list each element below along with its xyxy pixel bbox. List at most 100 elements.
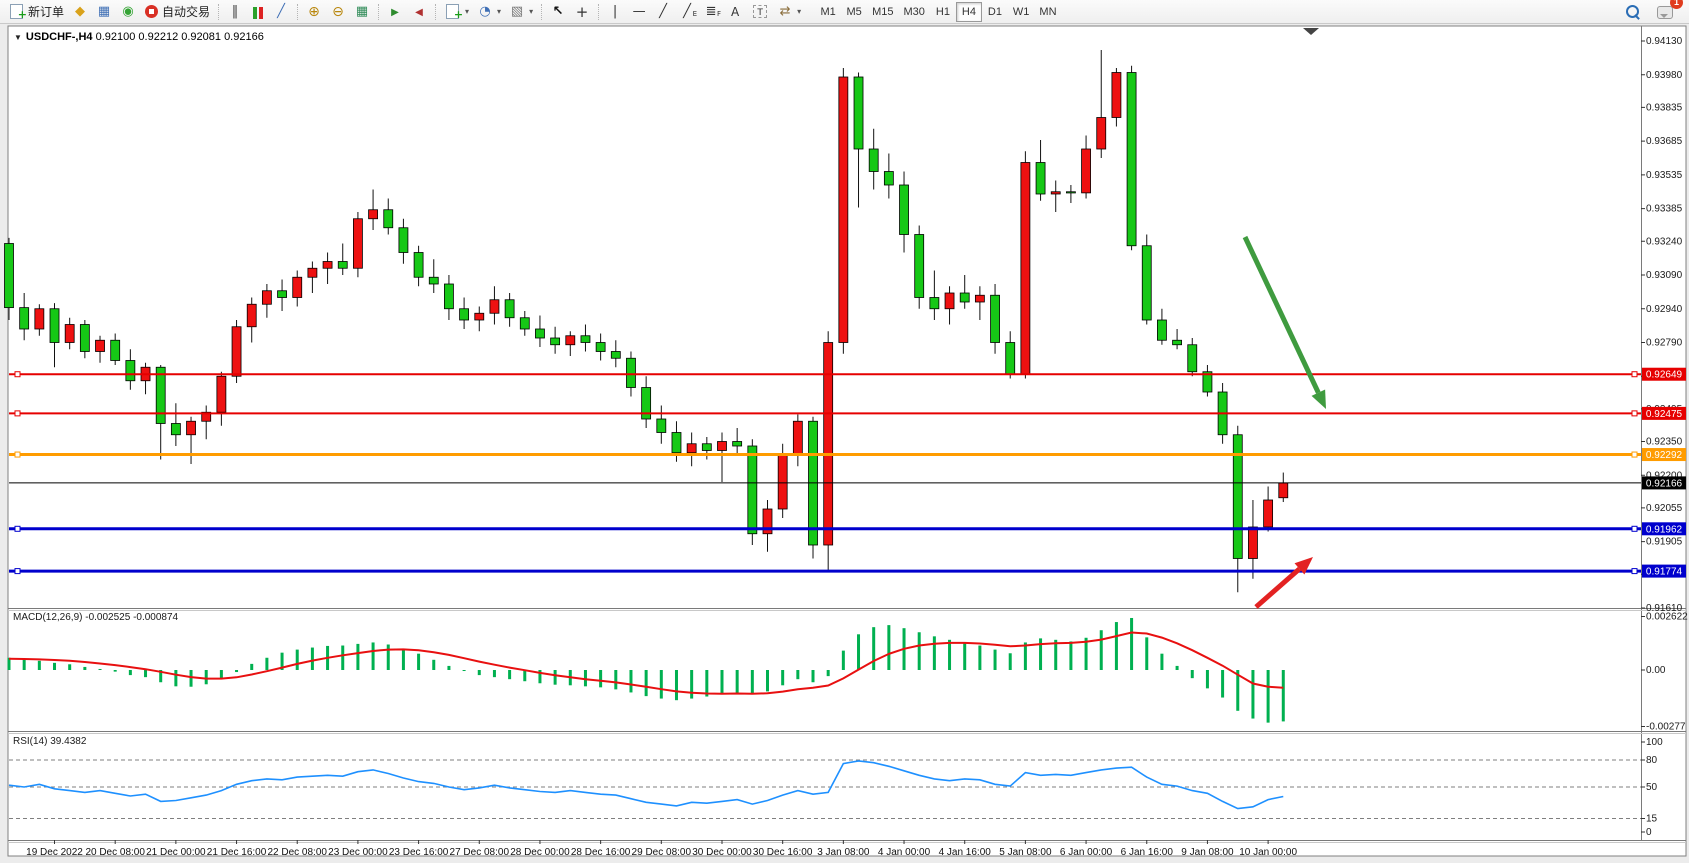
bear-candle [1188,345,1197,372]
search-button[interactable] [1622,2,1643,22]
timeframe-d1-button[interactable]: D1 [982,2,1008,22]
bear-candle [960,293,969,302]
zoom-in-button[interactable] [302,2,326,22]
candlestick-chart-button[interactable] [247,2,269,22]
chart-canvas[interactable]: 0.941300.939800.938350.936850.935350.933… [0,0,1689,863]
macd-bar [1115,622,1118,670]
profile-previous-icon [411,4,427,20]
shapes-tool-button[interactable]: ▾ [773,2,805,22]
bull-candle [96,340,105,351]
bull-candle [490,300,499,314]
bear-candle [672,433,681,453]
date-tick-label: 6 Jan 16:00 [1121,847,1174,858]
trendline-tool-button[interactable] [651,2,675,22]
timeframe-h4-button[interactable]: H4 [956,2,982,22]
line-anchor-handle[interactable] [15,526,20,531]
period-button[interactable]: ▾ [473,2,505,22]
horizontal-line-tool-button[interactable] [627,2,651,22]
bear-candle [444,284,453,309]
new-order-button[interactable]: 新订单 [4,2,68,22]
line-anchor-handle[interactable] [15,452,20,457]
cursor-tool-button[interactable] [546,2,570,22]
bull-candle [824,343,833,546]
line-chart-button[interactable] [269,2,293,22]
fibonacci-tool-button[interactable] [699,2,723,22]
horizontal-line-icon [631,4,647,20]
symbol-dropdown-icon[interactable]: ▼ [14,33,22,42]
timeframe-m1-button[interactable]: M1 [815,2,841,22]
signals-button[interactable] [116,2,140,22]
bear-candle [338,262,347,269]
gold-chart-button[interactable] [68,2,92,22]
zoom-out-button[interactable] [326,2,350,22]
hline-tag-label: 0.91962 [1646,524,1683,535]
market-watch-button[interactable] [92,2,116,22]
bull-candle [308,268,317,277]
macd-bar [872,627,875,670]
bear-candle [596,343,605,352]
text-tool-button[interactable] [723,2,747,22]
signal-icon [120,4,136,20]
rsi-tick-label: 15 [1646,814,1658,825]
macd-indicator-name: MACD(12,26,9) [13,612,82,623]
date-tick-label: 28 Dec 00:00 [510,847,570,858]
date-tick-label: 5 Jan 08:00 [999,847,1052,858]
macd-bar [83,667,86,670]
new-order-label: 新订单 [28,3,64,20]
vertical-line-tool-button[interactable] [603,2,627,22]
channel-tool-button[interactable] [675,2,699,22]
profile-previous-button[interactable] [407,2,431,22]
line-anchor-handle[interactable] [1632,569,1637,574]
date-tick-label: 6 Jan 00:00 [1060,847,1113,858]
line-anchor-handle[interactable] [1632,411,1637,416]
bull-candle [247,304,256,327]
timeframe-h1-button[interactable]: H1 [930,2,956,22]
tile-windows-button[interactable] [350,2,374,22]
macd-bar [463,670,466,671]
line-anchor-handle[interactable] [1632,452,1637,457]
line-anchor-handle[interactable] [1632,526,1637,531]
bull-candle [687,444,696,453]
bear-candle [702,444,711,451]
toolbar-separator [218,4,219,20]
profile-next-button[interactable] [383,2,407,22]
bear-candle [733,442,742,447]
timeframe-m30-button[interactable]: M30 [899,2,930,22]
timeframe-w1-button[interactable]: W1 [1008,2,1035,22]
timeframe-m15-button[interactable]: M15 [867,2,898,22]
date-tick-label: 22 Dec 08:00 [267,847,327,858]
fibonacci-icon [703,4,719,20]
bear-candle [900,185,909,235]
macd-bar [265,658,268,670]
bear-candle [915,235,924,298]
bear-candle [429,277,438,284]
crosshair-tool-button[interactable] [570,2,594,22]
line-anchor-handle[interactable] [1632,372,1637,377]
bear-candle [748,446,757,534]
notifications-button[interactable]: 1 [1653,2,1677,22]
macd-bar [675,670,678,700]
timeframe-m5-button[interactable]: M5 [841,2,867,22]
bar-chart-button[interactable] [223,2,247,22]
macd-bar [387,645,390,671]
bear-candle [991,295,1000,342]
toolbar-separator [541,4,542,20]
auto-trading-button[interactable]: 自动交易 [140,2,214,22]
bear-candle [884,172,893,186]
macd-bar [918,632,921,670]
text-label-tool-button[interactable] [747,2,773,22]
new-chart-button[interactable]: ▾ [440,2,473,22]
template-button[interactable]: ▾ [505,2,537,22]
bull-candle [293,277,302,297]
timeframe-mn-button[interactable]: MN [1034,2,1061,22]
macd-bar [174,670,177,686]
bear-candle [551,338,560,345]
rsi-tick-label: 80 [1646,755,1658,766]
bull-candle [1264,500,1273,527]
bear-candle [1127,73,1136,246]
line-anchor-handle[interactable] [15,372,20,377]
price-tick-label: 0.93090 [1646,270,1683,281]
line-anchor-handle[interactable] [15,569,20,574]
hline-tag-label: 0.92649 [1646,370,1683,381]
line-anchor-handle[interactable] [15,411,20,416]
